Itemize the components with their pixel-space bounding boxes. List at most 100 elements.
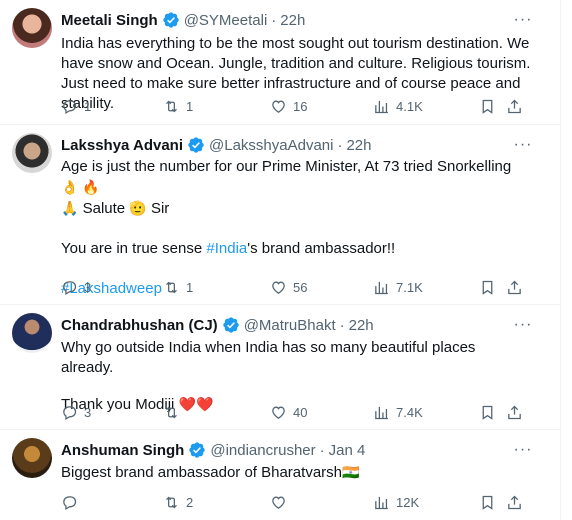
display-name[interactable]: Meetali Singh (61, 12, 158, 29)
retweet-button[interactable]: 1 (163, 277, 193, 297)
tweet-actions: 2 12K (61, 492, 531, 512)
reply-count: 3 (84, 404, 92, 420)
reply-button[interactable] (61, 492, 84, 512)
tweet[interactable]: Meetali Singh @SYMeetali · 22h ··· India… (0, 0, 560, 125)
bookmark-button[interactable] (479, 277, 496, 297)
tweet-text: Biggest brand ambassador of Bharatvarsh🇮… (61, 462, 531, 483)
user-handle[interactable]: @MatruBhakt (244, 317, 336, 334)
reply-button[interactable]: 3 (61, 402, 91, 422)
view-count: 12K (396, 494, 420, 510)
verified-badge-icon (222, 316, 240, 334)
retweet-icon (163, 279, 180, 296)
display-name[interactable]: Anshuman Singh (61, 442, 184, 459)
retweet-icon (163, 98, 180, 115)
share-button[interactable] (506, 402, 523, 422)
retweet-button[interactable]: 1 (163, 96, 193, 116)
tweet-header: Anshuman Singh @indiancrusher · Jan 4 (61, 440, 365, 460)
share-button[interactable] (506, 277, 523, 297)
more-options-icon[interactable]: ··· (512, 10, 534, 30)
share-icon (506, 404, 523, 421)
retweet-count: 1 (186, 279, 194, 295)
more-options-icon[interactable]: ··· (512, 440, 534, 460)
reply-icon (61, 279, 78, 296)
tweet-text-paragraph: Biggest brand ambassador of Bharatvarsh🇮… (61, 462, 531, 483)
views-chart-icon (373, 98, 390, 115)
tweet-header: Laksshya Advani @LaksshyaAdvani · 22h (61, 135, 372, 155)
bookmark-button[interactable] (479, 96, 496, 116)
retweet-count: 2 (186, 494, 194, 510)
saluting-face-emoji: 🫡 (129, 200, 147, 216)
timestamp[interactable]: 22h (349, 317, 374, 334)
share-button[interactable] (506, 96, 523, 116)
retweet-button[interactable] (163, 402, 186, 422)
separator-dot: · (271, 11, 277, 29)
tweet-text-paragraph: Why go outside India when India has so m… (61, 339, 476, 376)
tweet[interactable]: Anshuman Singh @indiancrusher · Jan 4 ··… (0, 430, 560, 520)
reply-count: 3 (84, 279, 92, 295)
reply-icon (61, 494, 78, 511)
user-handle[interactable]: @LaksshyaAdvani (209, 137, 333, 154)
hashtag-link[interactable]: #India (206, 240, 247, 257)
like-button[interactable]: 16 (270, 96, 307, 116)
reply-icon (61, 404, 78, 421)
tweet-text-line: Age is just the number for our Prime Min… (61, 158, 512, 175)
like-button[interactable] (270, 492, 293, 512)
separator-dot: · (339, 316, 345, 334)
views-button[interactable]: 7.1K (373, 277, 423, 297)
retweet-button[interactable]: 2 (163, 492, 193, 512)
views-chart-icon (373, 279, 390, 296)
tweet-text-word: Salute (82, 200, 126, 217)
retweet-icon (163, 404, 180, 421)
avatar[interactable] (12, 8, 52, 48)
views-chart-icon (373, 494, 390, 511)
bookmark-button[interactable] (479, 402, 496, 422)
avatar[interactable] (12, 438, 52, 478)
share-button[interactable] (506, 492, 523, 512)
more-options-icon[interactable]: ··· (512, 135, 534, 155)
india-flag-emoji: 🇮🇳 (342, 464, 360, 480)
user-handle[interactable]: @SYMeetali (184, 12, 268, 29)
bookmark-icon (479, 494, 496, 511)
like-count: 56 (293, 279, 308, 295)
view-count: 4.1K (396, 98, 423, 114)
separator-dot: · (319, 441, 325, 459)
tweet-header: Meetali Singh @SYMeetali · 22h (61, 10, 305, 30)
like-button[interactable]: 56 (270, 277, 307, 297)
tweet[interactable]: Laksshya Advani @LaksshyaAdvani · 22h ··… (0, 125, 560, 305)
tweet[interactable]: Chandrabhushan (CJ) @MatruBhakt · 22h ··… (0, 305, 560, 430)
folded-hands-emoji: 🙏 (61, 200, 79, 216)
reply-count: 1 (84, 98, 92, 114)
bookmark-button[interactable] (479, 492, 496, 512)
tweet-text-line: Biggest brand ambassador of Bharatvarsh (61, 464, 342, 481)
timestamp[interactable]: 22h (280, 12, 305, 29)
verified-badge-icon (162, 11, 180, 29)
avatar[interactable] (12, 313, 52, 353)
display-name[interactable]: Chandrabhushan (CJ) (61, 317, 218, 334)
tweet-feed: Meetali Singh @SYMeetali · 22h ··· India… (0, 0, 561, 520)
views-button[interactable]: 4.1K (373, 96, 423, 116)
tweet-text-paragraph: You are in true sense #India's brand amb… (61, 239, 531, 259)
like-button[interactable]: 40 (270, 402, 307, 422)
user-handle[interactable]: @indiancrusher (210, 442, 315, 459)
display-name[interactable]: Laksshya Advani (61, 137, 183, 154)
share-icon (506, 494, 523, 511)
timestamp[interactable]: Jan 4 (329, 442, 366, 459)
retweet-count: 1 (186, 98, 194, 114)
heart-icon (270, 404, 287, 421)
bookmark-icon (479, 279, 496, 296)
timestamp[interactable]: 22h (346, 137, 371, 154)
reply-button[interactable]: 3 (61, 277, 91, 297)
views-button[interactable]: 12K (373, 492, 419, 512)
avatar[interactable] (12, 133, 52, 173)
tweet-actions: 3 40 7.4K (61, 402, 531, 422)
views-button[interactable]: 7.4K (373, 402, 423, 422)
view-count: 7.4K (396, 404, 423, 420)
bookmark-icon (479, 98, 496, 115)
more-options-icon[interactable]: ··· (512, 315, 534, 335)
retweet-icon (163, 494, 180, 511)
ok-fire-emoji: 👌 🔥 (61, 179, 100, 195)
reply-button[interactable]: 1 (61, 96, 91, 116)
verified-badge-icon (187, 136, 205, 154)
reply-icon (61, 98, 78, 115)
heart-icon (270, 279, 287, 296)
